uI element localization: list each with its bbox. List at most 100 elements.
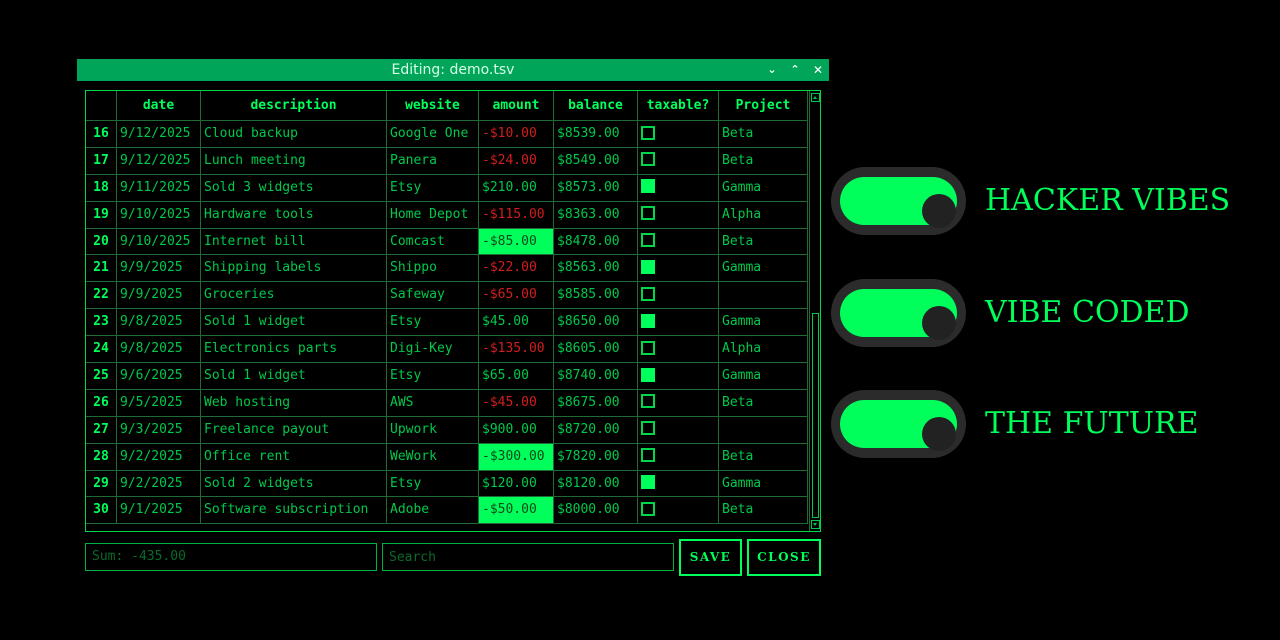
table-row[interactable]: 22 9/9/2025 Groceries Safeway -$65.00 $8585.0… — [86, 282, 808, 310]
project-cell[interactable]: Beta — [719, 497, 808, 525]
table-row[interactable]: 30 9/1/2025 Software subscription Adobe -$50… — [86, 497, 808, 525]
row-number-cell[interactable]: 17 — [86, 147, 117, 175]
project-cell[interactable]: Beta — [719, 389, 808, 417]
taxable-cell[interactable] — [638, 363, 719, 390]
taxable-checkbox[interactable] — [641, 286, 655, 301]
project-cell[interactable]: Gamma — [719, 363, 808, 390]
row-number-cell[interactable]: 23 — [86, 309, 117, 337]
balance-cell[interactable]: $8120.00 — [554, 470, 638, 498]
chevron-up-icon[interactable]: ⌃ — [786, 59, 804, 81]
table-row[interactable]: 26 9/5/2025 Web hosting AWS -$45.00 $8675.00 B… — [86, 389, 808, 417]
project-cell[interactable]: Gamma — [719, 174, 808, 202]
date-cell[interactable]: 9/12/2025 — [117, 121, 201, 148]
balance-cell[interactable]: $8605.00 — [554, 336, 638, 364]
table-row[interactable]: 28 9/2/2025 Office rent WeWork -$300.00 $7820… — [86, 443, 808, 471]
balance-cell[interactable]: $8650.00 — [554, 309, 638, 337]
balance-cell[interactable]: $8573.00 — [554, 174, 638, 202]
website-cell[interactable]: Digi-Key — [387, 336, 479, 364]
date-cell[interactable]: 9/9/2025 — [117, 282, 201, 310]
amount-cell[interactable]: -$24.00 — [479, 147, 554, 175]
save-button[interactable]: SAVE — [679, 539, 742, 576]
taxable-cell[interactable] — [638, 309, 719, 337]
website-cell[interactable]: AWS — [387, 389, 479, 417]
taxable-cell[interactable] — [638, 443, 719, 471]
table-row[interactable]: 17 9/12/2025 Lunch meeting Panera -$24.00 $85… — [86, 147, 808, 175]
taxable-checkbox[interactable] — [641, 125, 655, 140]
taxable-cell[interactable] — [638, 228, 719, 256]
taxable-cell[interactable] — [638, 336, 719, 364]
project-cell[interactable]: Gamma — [719, 470, 808, 498]
amount-cell[interactable]: -$85.00 — [479, 228, 554, 256]
table-row[interactable]: 25 9/6/2025 Sold 1 widget Etsy $65.00 $8740.0… — [86, 363, 808, 390]
balance-cell[interactable]: $8720.00 — [554, 416, 638, 444]
column-header-amount[interactable]: amount — [479, 91, 554, 121]
description-cell[interactable]: Sold 2 widgets — [201, 470, 387, 498]
date-cell[interactable]: 9/9/2025 — [117, 255, 201, 283]
balance-cell[interactable]: $8675.00 — [554, 389, 638, 417]
scrollbar-thumb[interactable] — [812, 313, 819, 518]
taxable-checkbox[interactable] — [641, 475, 655, 490]
project-cell[interactable]: Gamma — [719, 255, 808, 283]
column-header-website[interactable]: website — [387, 91, 479, 121]
taxable-checkbox[interactable] — [641, 206, 655, 221]
description-cell[interactable]: Cloud backup — [201, 121, 387, 148]
date-cell[interactable]: 9/6/2025 — [117, 363, 201, 390]
search-input[interactable] — [382, 543, 674, 571]
row-number-cell[interactable]: 25 — [86, 363, 117, 390]
website-cell[interactable]: Comcast — [387, 228, 479, 256]
close-icon[interactable]: ✕ — [809, 59, 827, 81]
taxable-checkbox[interactable] — [641, 259, 655, 274]
balance-cell[interactable]: $7820.00 — [554, 443, 638, 471]
website-cell[interactable]: Etsy — [387, 174, 479, 202]
project-cell[interactable]: Gamma — [719, 309, 808, 337]
website-cell[interactable]: Safeway — [387, 282, 479, 310]
row-number-cell[interactable]: 21 — [86, 255, 117, 283]
taxable-cell[interactable] — [638, 282, 719, 310]
date-cell[interactable]: 9/11/2025 — [117, 174, 201, 202]
project-cell[interactable]: Beta — [719, 121, 808, 148]
taxable-checkbox[interactable] — [641, 367, 655, 382]
description-cell[interactable]: Groceries — [201, 282, 387, 310]
date-cell[interactable]: 9/1/2025 — [117, 497, 201, 525]
column-header-row-number[interactable] — [86, 91, 117, 121]
taxable-cell[interactable] — [638, 174, 719, 202]
project-cell[interactable]: Beta — [719, 147, 808, 175]
toggle-switch-the-future[interactable] — [831, 390, 966, 458]
vertical-scrollbar[interactable] — [809, 91, 820, 531]
balance-cell[interactable]: $8549.00 — [554, 147, 638, 175]
taxable-checkbox[interactable] — [641, 313, 655, 328]
taxable-checkbox[interactable] — [641, 501, 655, 516]
row-number-cell[interactable]: 19 — [86, 201, 117, 229]
date-cell[interactable]: 9/10/2025 — [117, 201, 201, 229]
amount-cell[interactable]: $65.00 — [479, 363, 554, 390]
project-cell[interactable] — [719, 416, 808, 444]
description-cell[interactable]: Software subscription — [201, 497, 387, 525]
date-cell[interactable]: 9/2/2025 — [117, 443, 201, 471]
description-cell[interactable]: Hardware tools — [201, 201, 387, 229]
balance-cell[interactable]: $8000.00 — [554, 497, 638, 525]
table-row[interactable]: 18 9/11/2025 Sold 3 widgets Etsy $210.00 $857… — [86, 174, 808, 202]
row-number-cell[interactable]: 30 — [86, 497, 117, 525]
row-number-cell[interactable]: 26 — [86, 389, 117, 417]
balance-cell[interactable]: $8563.00 — [554, 255, 638, 283]
taxable-cell[interactable] — [638, 389, 719, 417]
chevron-down-icon[interactable]: ⌄ — [763, 59, 781, 81]
table-row[interactable]: 29 9/2/2025 Sold 2 widgets Etsy $120.00 $8120… — [86, 470, 808, 498]
amount-cell[interactable]: $120.00 — [479, 470, 554, 498]
description-cell[interactable]: Sold 3 widgets — [201, 174, 387, 202]
date-cell[interactable]: 9/8/2025 — [117, 336, 201, 364]
project-cell[interactable]: Beta — [719, 228, 808, 256]
date-cell[interactable]: 9/3/2025 — [117, 416, 201, 444]
balance-cell[interactable]: $8363.00 — [554, 201, 638, 229]
row-number-cell[interactable]: 16 — [86, 121, 117, 148]
description-cell[interactable]: Office rent — [201, 443, 387, 471]
taxable-cell[interactable] — [638, 121, 719, 148]
taxable-checkbox[interactable] — [641, 421, 655, 436]
description-cell[interactable]: Freelance payout — [201, 416, 387, 444]
website-cell[interactable]: Adobe — [387, 497, 479, 525]
column-header-date[interactable]: date — [117, 91, 201, 121]
website-cell[interactable]: Panera — [387, 147, 479, 175]
row-number-cell[interactable]: 20 — [86, 228, 117, 256]
date-cell[interactable]: 9/2/2025 — [117, 470, 201, 498]
toggle-switch-vibe-coded[interactable] — [831, 279, 966, 347]
